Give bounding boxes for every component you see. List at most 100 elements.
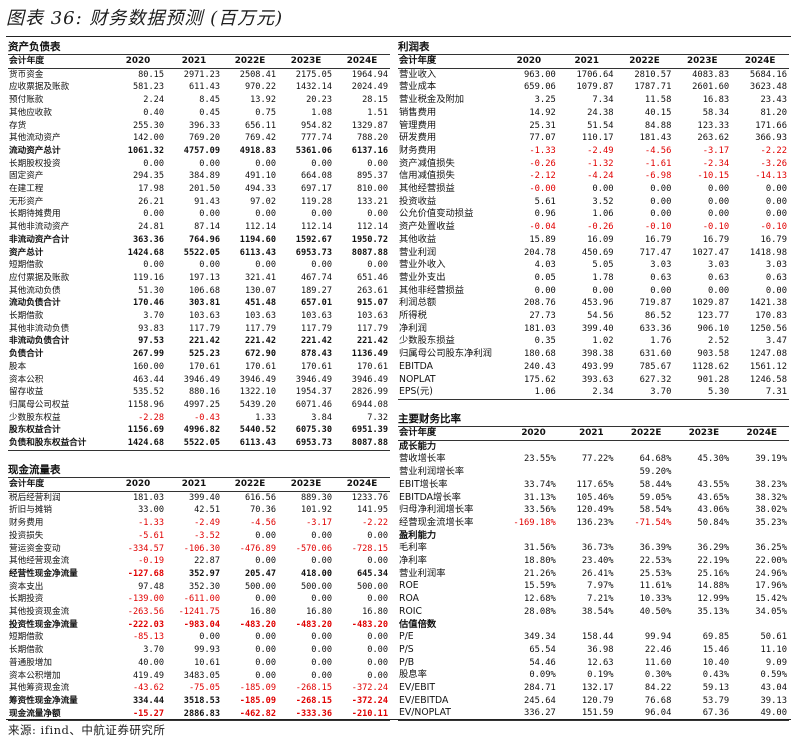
value-cell: 6953.73 [295,247,332,258]
value-cell: 22.87 [194,556,220,567]
value-cell: 631.60 [639,349,672,360]
value-cell: 398.38 [581,349,614,360]
row-label: 归母净利润增长率 [399,504,474,516]
table-row: 非流动负债合计 97.53 221.42 221.42 221.42 221.42 [8,335,390,348]
value-cell: 22.19% [697,556,730,567]
value-cell: 59.05% [639,492,672,503]
table-row: 其他非经营损益 0.00 0.00 0.00 0.00 0.00 [398,285,789,298]
value-cell: 450.69 [581,247,614,258]
table-row: 股东权益合计 1156.69 4996.82 5440.52 6075.30 6951.3… [8,424,390,437]
value-cell: -5.61 [138,530,164,541]
table-row: 资本支出 97.48 352.30 500.00 500.00 500.00 [8,581,390,594]
value-cell: 15.59% [524,581,556,592]
value-cell: -169.18% [513,517,556,528]
value-cell: 22.00% [755,556,787,567]
value-cell: 3.70 [143,645,164,656]
value-cell: 1706.64 [576,69,614,80]
value-cell: 0.00 [650,209,672,220]
value-cell: 0.59% [760,670,787,681]
table-row: 在建工程 17.98 201.50 494.33 697.17 810.00 [8,183,390,196]
value-cell: 0.00 [255,530,276,541]
header-year-cell: 2024E [334,477,390,492]
row-label: 货币资金 [9,69,44,80]
value-cell: 35.23% [755,517,787,528]
value-cell: 36.39% [639,543,672,554]
row-label: 毛利率 [399,542,427,554]
source-note: 来源: ifind、中航证券研究所 [8,723,166,737]
value-cell: 93.83 [138,323,164,334]
value-cell: 80.15 [138,69,164,80]
table-row: 研发费用 77.07 110.17 181.43 263.62 366.93 [398,132,789,145]
value-cell [500,440,558,453]
table-row: EV/EBITDA 245.64 120.79 76.68 53.79 39.13 [398,695,789,708]
value-cell: 5.61 [534,196,556,207]
header-label-cell: 会计年度 [398,54,500,69]
value-cell: 1.08 [311,107,332,118]
table-header-row: 会计年度 2020 2021 2022E 2023E 2024E [398,426,789,441]
value-cell: 12.68% [524,594,556,605]
value-cell: 16.79 [702,234,730,245]
value-cell: 1.76 [650,336,672,347]
value-cell: 399.40 [188,492,220,503]
value-cell: -611.00 [183,594,220,605]
value-cell: 0.00 [199,632,220,643]
table-row: 营业税金及附加 3.25 7.34 11.58 16.83 23.43 [398,94,789,107]
value-cell: -4.56 [644,145,672,156]
value-cell: 25.53% [639,568,672,579]
value-cell: -268.15 [295,683,332,694]
table-row: 存货 255.30 396.33 656.11 954.82 1329.87 [8,120,390,133]
value-cell: 43.06% [697,505,730,516]
value-cell: 14.88% [697,581,730,592]
row-label: 其他应收款 [9,107,52,118]
value-cell: 39.13 [760,695,787,706]
value-cell: 33.56% [524,505,556,516]
row-label: EBITDA增长率 [399,491,461,503]
value-cell: 142.00 [132,133,164,144]
table-row: 股息率 0.09% 0.19% 0.30% 0.43% 0.59% [398,669,789,682]
ratios-panel: 主要财务比率 会计年度 2020 2021 2022E 2023E 2024E 成长能力 营收… [398,413,789,722]
value-cell: 11.58 [644,95,672,106]
value-cell: 175.62 [524,374,556,385]
value-cell: -1.33 [529,145,556,156]
header-year-cell: 2024E [731,426,789,441]
value-cell: 255.30 [132,120,164,131]
value-cell: 1246.58 [749,374,787,385]
table-row: 流动资产总计 1061.32 4757.09 4918.83 5361.06 6137.1… [8,145,390,158]
value-cell: 0.75 [255,107,276,118]
value-cell: -4.56 [250,518,276,529]
value-cell: -983.04 [183,619,220,630]
value-cell: 1329.87 [351,120,388,131]
row-label: 信用减值损失 [399,170,455,182]
row-label: 长期投资 [9,594,44,605]
header-year-cell: 2023E [278,477,334,492]
value-cell: 170.61 [300,361,332,372]
row-label: 其他非流动资产 [9,222,70,233]
row-label: 存货 [9,120,27,131]
value-cell: 70.36 [250,505,276,516]
row-label: NOPLAT [399,373,436,385]
value-cell: 535.52 [132,387,164,398]
value-cell: 3.70 [615,386,674,400]
table-row: 营业收入 963.00 1706.64 2810.57 4083.83 5684.16 [398,68,789,81]
value-cell: 903.58 [697,349,730,360]
value-cell: -268.15 [295,695,332,706]
row-label: EBITDA [399,360,434,372]
value-cell [731,530,789,543]
value-cell: 467.74 [300,272,332,283]
value-cell: 31.56% [524,543,556,554]
row-label: 成长能力 [399,440,437,452]
value-cell: 23.43 [760,95,787,106]
value-cell: -3.52 [194,530,220,541]
row-label: 其他非经营损益 [399,284,465,296]
value-cell: 717.47 [639,247,672,258]
balance-sheet-table: 会计年度 2020 2021 2022E 2023E 2024E 货币资金 80.15 2971… [8,54,390,451]
value-cell: 97.02 [250,196,276,207]
value-cell: -14.13 [755,171,787,182]
value-cell: 0.00 [311,657,332,668]
value-cell: 36.98 [587,644,614,655]
value-cell [731,466,789,479]
value-cell: -10.15 [697,171,730,182]
table-row: 管理费用 25.31 51.54 84.88 123.33 171.66 [398,120,789,133]
value-cell: -1.33 [138,518,164,529]
value-cell: 43.04 [760,683,787,694]
